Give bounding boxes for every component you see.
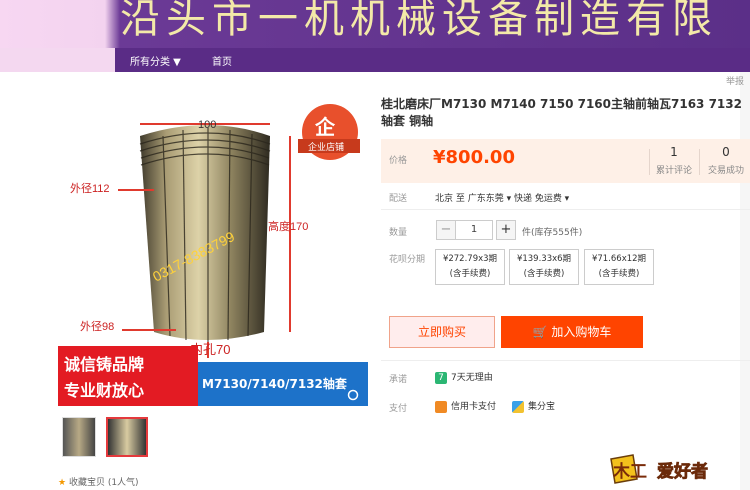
add-to-cart-label: 加入购物车 <box>551 325 612 339</box>
main-product-image[interactable]: 100 外径112 高度170 外径98 内孔70 0317-8383799 企… <box>58 96 368 406</box>
promise-text: 7天无理由 <box>451 373 493 383</box>
shop-banner: 沿头市一机机械设备制造有限 <box>0 0 750 48</box>
installment-fee-note: (含手续费) <box>523 269 565 279</box>
nav-left-strip <box>0 48 115 72</box>
stat-divider <box>699 149 700 175</box>
model-caption: M7130/7140/7132轴套 <box>202 376 348 391</box>
slogan-line-2: 专业财放心 <box>64 381 144 400</box>
delivery-label: 配送 <box>389 194 408 204</box>
watermark-logo-graphic: 木工 爱好者 <box>610 454 708 484</box>
enterprise-shop-badge: 企 企业店铺 <box>298 104 360 160</box>
outer-diameter-label: 外径112 <box>70 182 110 195</box>
payment-jifenbao-label: 集分宝 <box>528 402 556 412</box>
height-label: 高度170 <box>268 219 308 233</box>
deal-label: 交易成功 <box>707 166 744 176</box>
payment-credit-card: 信用卡支付 <box>435 399 496 413</box>
enterprise-shop-badge-label: 企业店铺 <box>308 141 344 152</box>
deal-count: 0 <box>722 145 730 159</box>
favorite-label: 收藏宝贝 (1人气) <box>68 478 139 488</box>
price-value: ¥800.00 <box>433 147 515 168</box>
dim-top-label: 100 <box>198 119 216 131</box>
delivery-selector[interactable]: 北京 至 广东东莞 ▾ 快递 免运费 ▾ <box>435 191 569 204</box>
payment-credit-card-label: 信用卡支付 <box>451 402 497 412</box>
slogan-line-1: 诚信铸品牌 <box>64 355 144 374</box>
credit-card-icon <box>435 400 447 413</box>
payment-jifenbao: 集分宝 <box>512 399 555 413</box>
quantity-input[interactable]: 1 <box>455 220 493 240</box>
cart-icon: 🛒 <box>532 325 548 339</box>
stock-info: 件(库存555件) <box>522 228 583 238</box>
installment-option-6[interactable]: ¥139.33x6期 (含手续费) <box>509 249 579 285</box>
thumbnail-2[interactable] <box>106 417 148 457</box>
divider <box>381 209 750 210</box>
shop-nav-bar: 所有分类 ▼ 首页 <box>0 48 750 72</box>
buy-now-button[interactable]: 立即购买 <box>389 316 495 348</box>
bushing-illustration: 100 外径112 高度170 外径98 内孔70 0317-8383799 企… <box>58 104 368 406</box>
price-box: 价格 ¥800.00 1 累计评论 0 交易成功 <box>381 139 750 183</box>
installment-label: 花呗分期 <box>389 255 426 265</box>
nav-home-link[interactable]: 首页 <box>212 53 232 68</box>
quantity-label: 数量 <box>389 228 408 238</box>
promise-7day: 7 7天无理由 <box>435 370 493 384</box>
stat-divider <box>649 149 650 175</box>
product-title: 桂北磨床厂M7130 M7140 7150 7160主轴前轴瓦7163 7132… <box>381 97 742 128</box>
price-label: 价格 <box>389 156 408 166</box>
star-icon: ★ <box>58 478 67 488</box>
watermark-logo: 木工 爱好者 <box>607 449 733 485</box>
seven-day-icon: 7 <box>435 371 447 384</box>
page-edge <box>740 72 750 490</box>
installment-amount: ¥272.79x3期 <box>442 254 498 264</box>
favorite-link[interactable]: ★ 收藏宝贝 (1人气) <box>58 475 139 488</box>
payment-label: 支付 <box>389 404 408 414</box>
promise-label: 承诺 <box>389 375 408 385</box>
installment-fee-note: (含手续费) <box>598 269 640 279</box>
installment-amount: ¥71.66x12期 <box>591 254 647 264</box>
quantity-increase-button[interactable]: + <box>496 220 516 240</box>
thumbnail-1[interactable] <box>62 417 96 457</box>
installment-fee-note: (含手续费) <box>449 269 491 279</box>
report-link[interactable]: 举报 <box>726 74 744 87</box>
installment-amount: ¥139.33x6期 <box>516 254 572 264</box>
nav-all-categories[interactable]: 所有分类 ▼ <box>130 53 181 68</box>
outer-diameter-2-label: 外径98 <box>80 320 114 333</box>
installment-option-3[interactable]: ¥272.79x3期 (含手续费) <box>435 249 505 285</box>
shop-banner-title: 沿头市一机机械设备制造有限 <box>120 0 718 42</box>
divider <box>381 360 750 361</box>
svg-text:企: 企 <box>314 115 336 139</box>
review-label[interactable]: 累计评论 <box>651 163 697 176</box>
watermark-left-text: 木工 <box>612 461 647 482</box>
jifenbao-icon <box>512 400 524 413</box>
review-count[interactable]: 1 <box>654 145 694 159</box>
installment-option-12[interactable]: ¥71.66x12期 (含手续费) <box>584 249 654 285</box>
quantity-decrease-button[interactable]: − <box>436 220 456 240</box>
add-to-cart-button[interactable]: 🛒 加入购物车 <box>501 316 643 348</box>
watermark-right-text: 爱好者 <box>657 461 708 482</box>
